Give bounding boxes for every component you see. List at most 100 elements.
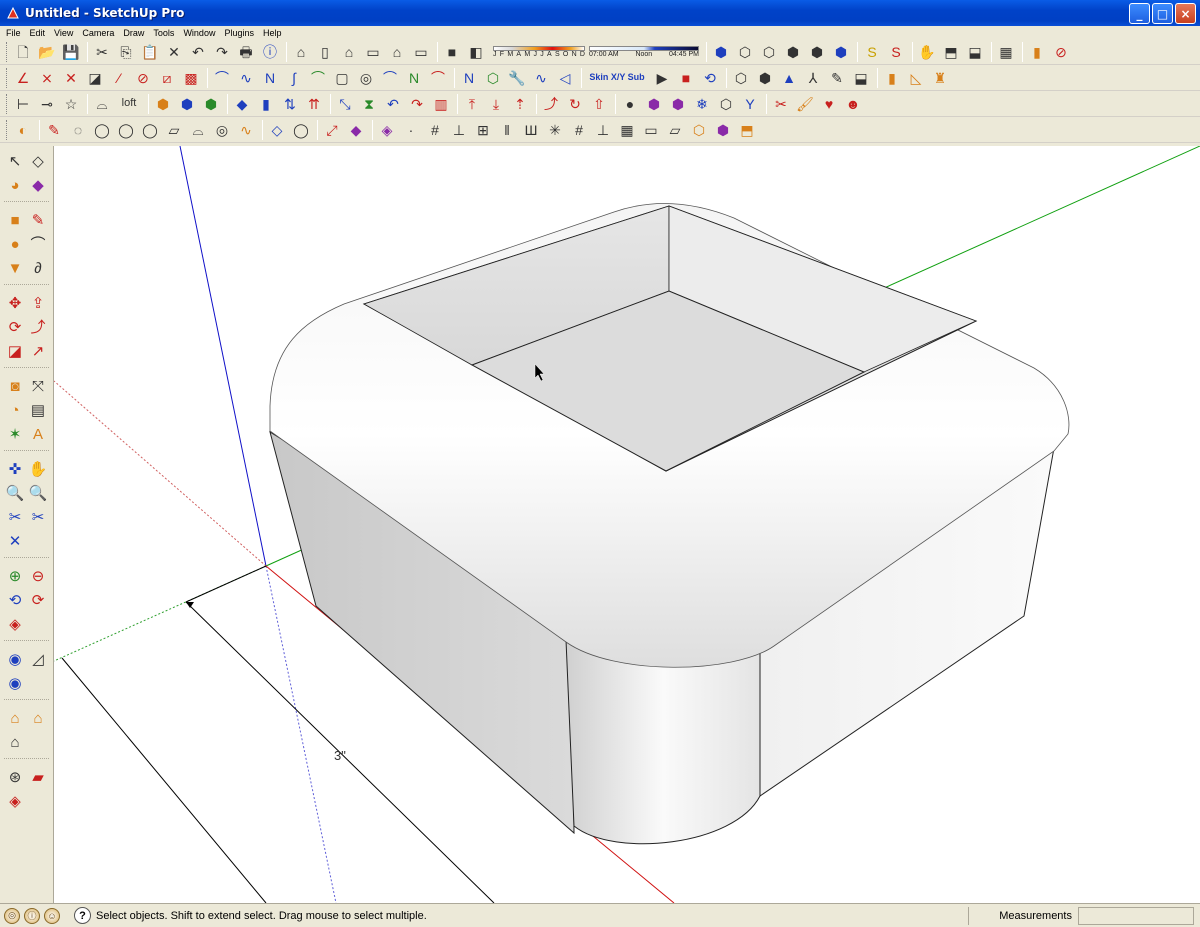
minimize-button[interactable]: _ bbox=[1129, 3, 1150, 24]
cube-blue-icon[interactable]: ⬢ bbox=[176, 93, 198, 115]
grid-comb-icon[interactable]: Ш bbox=[520, 119, 542, 141]
bend-icon[interactable]: ⌓ bbox=[91, 93, 113, 115]
user-icon[interactable]: ☺ bbox=[44, 907, 60, 924]
line-tool-icon[interactable]: ∠ bbox=[12, 67, 34, 89]
circle-icon[interactable]: ● bbox=[4, 233, 26, 255]
orbit-icon[interactable]: ✜ bbox=[4, 458, 26, 480]
pen-icon[interactable]: ✎ bbox=[826, 67, 848, 89]
circle-slash-icon[interactable]: ⊘ bbox=[132, 67, 154, 89]
layers-icon[interactable]: ⬓ bbox=[964, 41, 986, 63]
warehouse-share-icon[interactable]: ⌂ bbox=[27, 707, 49, 729]
close-button[interactable]: × bbox=[1175, 3, 1196, 24]
intersect-icon[interactable]: ⬢ bbox=[643, 93, 665, 115]
no-tool-icon[interactable]: ⊘ bbox=[1050, 41, 1072, 63]
scale-icon[interactable]: ◪ bbox=[4, 340, 26, 362]
geo-location-icon[interactable]: ◎ bbox=[4, 907, 20, 924]
offset-icon[interactable]: ↗ bbox=[27, 340, 49, 362]
eraser-red-icon[interactable]: ✎ bbox=[43, 119, 65, 141]
play-icon[interactable]: ▶ bbox=[651, 67, 673, 89]
block-icon[interactable]: ⬡ bbox=[688, 119, 710, 141]
skin-xy-sub-toolbar[interactable]: Skin X/Y Sub bbox=[585, 67, 649, 89]
menu-help[interactable]: Help bbox=[263, 28, 282, 38]
undo-icon[interactable]: ↶ bbox=[187, 41, 209, 63]
earth-upload-icon[interactable]: ◉ bbox=[4, 672, 26, 694]
get-models-icon[interactable]: ⟲ bbox=[4, 589, 26, 611]
monochrome-icon[interactable]: ⬢ bbox=[830, 41, 852, 63]
measurements-input[interactable] bbox=[1078, 907, 1194, 925]
lathe-icon[interactable]: ⊸ bbox=[36, 93, 58, 115]
push-pull-icon[interactable]: ⇪ bbox=[27, 292, 49, 314]
scissors-red-icon[interactable]: ✂ bbox=[770, 93, 792, 115]
share-model-icon[interactable]: ⟳ bbox=[27, 589, 49, 611]
wireframe-icon[interactable]: ⬡ bbox=[734, 41, 756, 63]
erase-icon[interactable]: ✕ bbox=[163, 41, 185, 63]
right-view-icon[interactable]: ▭ bbox=[362, 41, 384, 63]
warehouse-get-icon[interactable]: ⌂ bbox=[4, 707, 26, 729]
toggle-terrain-icon[interactable]: ⊖ bbox=[27, 565, 49, 587]
dimension-label[interactable]: 3" bbox=[334, 748, 346, 763]
plugin-s-icon[interactable]: S bbox=[861, 41, 883, 63]
solid-icon[interactable]: ⬢ bbox=[667, 93, 689, 115]
heart-icon[interactable]: ♥ bbox=[818, 93, 840, 115]
hand-icon[interactable]: ✋ bbox=[916, 41, 938, 63]
photo-match-icon[interactable]: ◿ bbox=[27, 648, 49, 670]
brush-icon[interactable]: 🖌 bbox=[794, 93, 816, 115]
open-file-icon[interactable]: 📂 bbox=[36, 41, 58, 63]
maximize-button[interactable]: □ bbox=[1152, 3, 1173, 24]
up-red-icon[interactable]: ⇧ bbox=[588, 93, 610, 115]
refresh-icon[interactable]: ⟲ bbox=[699, 67, 721, 89]
zoom-extents-icon[interactable]: ✕ bbox=[4, 530, 26, 552]
ruler-icon[interactable]: ▮ bbox=[1026, 41, 1048, 63]
arrows-v-icon[interactable]: ⤓ bbox=[485, 93, 507, 115]
stamp-icon[interactable]: ⬓ bbox=[850, 67, 872, 89]
shaded-textures-icon[interactable]: ⬢ bbox=[806, 41, 828, 63]
half-arc-icon[interactable]: ⌒ bbox=[427, 67, 449, 89]
bezier-curve-icon[interactable]: ⌒ bbox=[211, 67, 233, 89]
add-location-icon[interactable]: ⊕ bbox=[4, 565, 26, 587]
display-shadows-icon[interactable]: ◧ bbox=[465, 41, 487, 63]
zigzag-icon[interactable]: N bbox=[403, 67, 425, 89]
plane-icon[interactable]: ▱ bbox=[163, 119, 185, 141]
axis-icon[interactable]: ⊥ bbox=[592, 119, 614, 141]
hidden-line-icon[interactable]: ⬡ bbox=[758, 41, 780, 63]
extrude-blue-icon[interactable]: ▮ bbox=[255, 93, 277, 115]
ring-icon-3[interactable]: ◯ bbox=[115, 119, 137, 141]
shadow-time-slider[interactable]: 07:00 AM Noon 04:45 PM bbox=[589, 45, 699, 58]
left-view-icon[interactable]: ▭ bbox=[410, 41, 432, 63]
eraser-icon[interactable]: ◆ bbox=[27, 174, 49, 196]
top-view-icon[interactable]: ▯ bbox=[314, 41, 336, 63]
print-icon[interactable]: 🖶 bbox=[235, 41, 257, 63]
shaded-icon[interactable]: ⬢ bbox=[782, 41, 804, 63]
walk-icon[interactable]: ⊛ bbox=[4, 766, 26, 788]
loft-button[interactable]: loft bbox=[115, 93, 143, 115]
bomb-icon[interactable]: ● bbox=[619, 93, 641, 115]
grid-bars-icon[interactable]: ‖ bbox=[496, 119, 518, 141]
rounded-rect-icon[interactable]: ▢ bbox=[331, 67, 353, 89]
frame-3d-icon[interactable]: ▱ bbox=[664, 119, 686, 141]
share-component-icon[interactable]: ◈ bbox=[4, 613, 26, 635]
cube-orange-icon[interactable]: ⬢ bbox=[152, 93, 174, 115]
component-pink-icon[interactable]: ⬢ bbox=[712, 119, 734, 141]
box-outline-icon[interactable]: ⬡ bbox=[715, 93, 737, 115]
shadow-settings-icon[interactable]: ■ bbox=[441, 41, 463, 63]
freehand-icon[interactable]: N bbox=[458, 67, 480, 89]
diagonal-icon[interactable]: ⤡ bbox=[334, 93, 356, 115]
follow-me-icon[interactable]: ⤴ bbox=[27, 316, 49, 338]
arrows-a-icon[interactable]: ⤒ bbox=[461, 93, 483, 115]
tape-measure-icon[interactable]: ◙ bbox=[4, 375, 26, 397]
sandbox-icon[interactable]: ◐ bbox=[12, 119, 34, 141]
ring-icon-2[interactable]: ◯ bbox=[91, 119, 113, 141]
google-earth-icon[interactable]: ◉ bbox=[4, 648, 26, 670]
slice-icon[interactable]: ⊢ bbox=[12, 93, 34, 115]
grid-star-icon[interactable]: ✳ bbox=[544, 119, 566, 141]
cube-green-icon[interactable]: ⬢ bbox=[200, 93, 222, 115]
person-icon[interactable]: ☻ bbox=[842, 93, 864, 115]
cube-icon[interactable]: ⬡ bbox=[730, 67, 752, 89]
plugin-s-red-icon[interactable]: S bbox=[885, 41, 907, 63]
curve-orange-icon[interactable]: ∿ bbox=[235, 119, 257, 141]
menu-window[interactable]: Window bbox=[183, 28, 215, 38]
menu-camera[interactable]: Camera bbox=[82, 28, 114, 38]
protractor-icon[interactable]: ◔ bbox=[4, 399, 26, 421]
select-arrow-icon[interactable]: ↖ bbox=[4, 150, 26, 172]
move-up-red-icon[interactable]: ⇈ bbox=[303, 93, 325, 115]
